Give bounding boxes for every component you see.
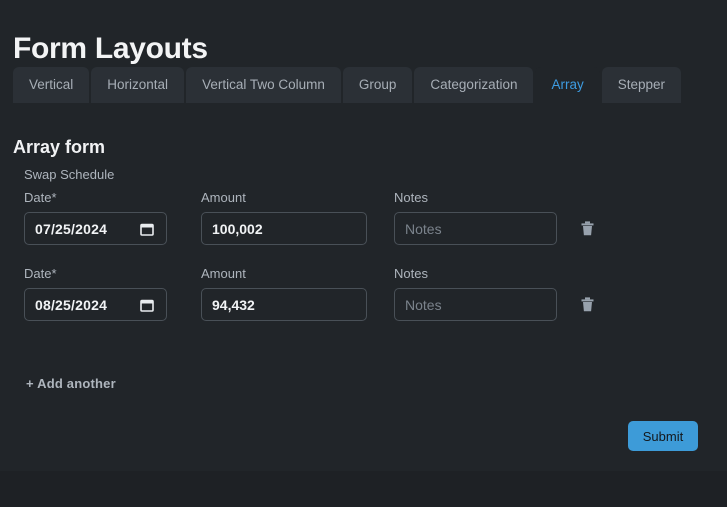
add-another-button[interactable]: + Add another xyxy=(26,375,116,392)
calendar-icon[interactable] xyxy=(140,298,154,312)
trash-icon xyxy=(581,221,594,236)
tab-label: Vertical Two Column xyxy=(202,77,325,92)
tab-group[interactable]: Group xyxy=(342,67,413,103)
tab-label: Group xyxy=(358,77,397,92)
tab-horizontal[interactable]: Horizontal xyxy=(91,67,185,103)
notes-field-label: Notes xyxy=(394,190,428,205)
page-title: Form Layouts xyxy=(13,32,208,66)
notes-input-placeholder: Notes xyxy=(405,296,442,313)
submit-button[interactable]: Submit xyxy=(628,421,698,451)
delete-row-button[interactable] xyxy=(574,288,600,321)
tab-stepper[interactable]: Stepper xyxy=(601,67,682,103)
amount-field-label: Amount xyxy=(201,190,246,205)
date-input-value: 08/25/2024 xyxy=(35,296,108,313)
date-field-label: Date* xyxy=(24,266,57,281)
amount-field-group: Amount 100,002 xyxy=(201,190,367,245)
tab-label: Categorization xyxy=(430,77,518,92)
tab-vertical[interactable]: Vertical xyxy=(13,67,90,103)
array-rows: Date* 07/25/2024 Amount 100,002 Notes No… xyxy=(24,190,714,342)
amount-input[interactable]: 100,002 xyxy=(201,212,367,245)
date-field-label: Date* xyxy=(24,190,57,205)
notes-input[interactable]: Notes xyxy=(394,212,557,245)
table-row: Date* 08/25/2024 Amount 94,432 Notes Not… xyxy=(24,266,714,321)
tab-array[interactable]: Array xyxy=(535,67,600,103)
amount-field-label: Amount xyxy=(201,266,246,281)
trash-icon xyxy=(581,297,594,312)
notes-input-placeholder: Notes xyxy=(405,220,442,237)
amount-field-group: Amount 94,432 xyxy=(201,266,367,321)
date-input[interactable]: 08/25/2024 xyxy=(24,288,167,321)
notes-field-group: Notes Notes xyxy=(394,266,557,321)
amount-input-value: 100,002 xyxy=(212,220,263,237)
date-input-value: 07/25/2024 xyxy=(35,220,108,237)
page-bottom-strip xyxy=(0,471,727,507)
calendar-icon[interactable] xyxy=(140,222,154,236)
form-layout-tabs: Vertical Horizontal Vertical Two Column … xyxy=(13,67,682,103)
tab-label: Array xyxy=(551,77,584,92)
delete-row-button[interactable] xyxy=(574,212,600,245)
date-field-group: Date* 08/25/2024 xyxy=(24,266,167,321)
notes-input[interactable]: Notes xyxy=(394,288,557,321)
amount-input-value: 94,432 xyxy=(212,296,255,313)
amount-input[interactable]: 94,432 xyxy=(201,288,367,321)
page-root: Form Layouts Vertical Horizontal Vertica… xyxy=(0,0,727,507)
notes-field-group: Notes Notes xyxy=(394,190,557,245)
form-heading: Array form xyxy=(13,136,106,157)
array-group-label: Swap Schedule xyxy=(24,167,115,182)
tab-label: Horizontal xyxy=(107,77,169,92)
tab-label: Stepper xyxy=(617,77,666,92)
tab-vertical-two-column[interactable]: Vertical Two Column xyxy=(186,67,341,103)
tab-label: Vertical xyxy=(29,77,74,92)
tab-categorization[interactable]: Categorization xyxy=(414,67,534,103)
notes-field-label: Notes xyxy=(394,266,428,281)
date-field-group: Date* 07/25/2024 xyxy=(24,190,167,245)
table-row: Date* 07/25/2024 Amount 100,002 Notes No… xyxy=(24,190,714,245)
date-input[interactable]: 07/25/2024 xyxy=(24,212,167,245)
